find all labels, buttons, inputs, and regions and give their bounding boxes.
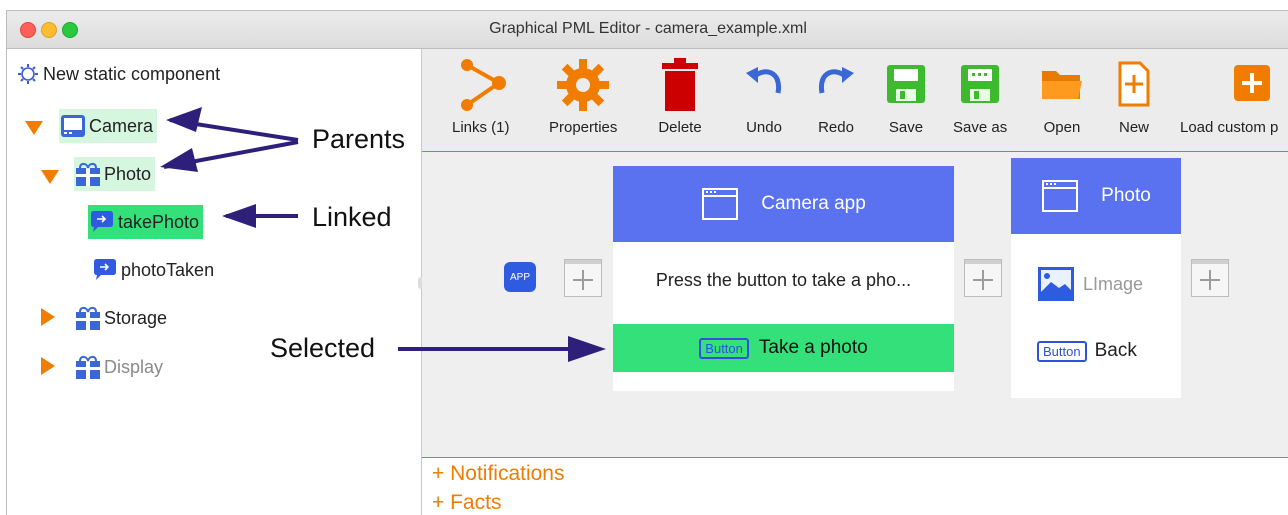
main-area: Links (1) Properties Delete Undo Redo Sa… (422, 49, 1288, 515)
annotation-parents: Parents (312, 124, 406, 154)
gear-icon (557, 59, 610, 111)
redo-label: Redo (818, 119, 854, 136)
screen-header: Camera app (613, 166, 954, 242)
add-screen-button[interactable] (564, 259, 602, 297)
button-chip: Button (1037, 340, 1087, 362)
delete-label: Delete (658, 119, 702, 136)
redo-icon (818, 67, 854, 94)
add-box-icon (1234, 65, 1270, 101)
expand-display-toggle[interactable] (41, 357, 55, 375)
tree-root[interactable]: New static component (17, 63, 220, 85)
tree-item-phototaken[interactable]: photoTaken (91, 253, 214, 287)
design-canvas[interactable]: APP Camera app Press the button to take … (422, 152, 1288, 458)
facts-section-toggle[interactable]: + Facts (432, 491, 501, 515)
gift-icon (76, 162, 100, 186)
button-chip: Button (699, 337, 749, 359)
load-custom-label: Load custom p (1180, 119, 1279, 136)
properties-button[interactable]: Properties (549, 57, 617, 136)
load-custom-button[interactable]: Load custom p (1180, 57, 1278, 136)
take-photo-element[interactable]: Button Take a photo (613, 324, 954, 372)
component-tree: New static component Camera Photo takePh… (7, 49, 425, 515)
notifications-section-toggle[interactable]: + Notifications (432, 462, 564, 486)
annotation-selected: Selected (270, 333, 376, 363)
expand-photo-toggle[interactable] (41, 170, 59, 184)
take-photo-label: Take a photo (758, 337, 868, 358)
trash-icon (662, 58, 698, 111)
undo-label: Undo (746, 119, 782, 136)
tree-item-label: takePhoto (118, 211, 200, 232)
window-icon (702, 188, 739, 220)
delete-button[interactable]: Delete (658, 57, 702, 136)
save-as-button[interactable]: Save as (953, 57, 1007, 136)
add-screen-button[interactable] (964, 259, 1002, 297)
screen-title: Camera app (761, 193, 866, 214)
expand-camera-toggle[interactable] (25, 121, 43, 135)
gift-icon (76, 306, 100, 330)
tree-item-storage[interactable]: Storage (74, 301, 167, 335)
image-element[interactable]: LImage (1037, 266, 1143, 302)
tree-item-camera[interactable]: Camera (59, 109, 158, 143)
save-button[interactable]: Save (886, 57, 926, 136)
share-icon (460, 59, 506, 111)
gear-outline-icon (18, 64, 38, 84)
image-label: LImage (1083, 273, 1144, 294)
tree-item-label: Display (104, 356, 164, 377)
undo-button[interactable]: Undo (742, 57, 786, 136)
bottom-panel: + Notifications + Facts (422, 458, 1288, 515)
tree-item-photo[interactable]: Photo (74, 157, 156, 191)
screen-icon (61, 115, 85, 137)
links-button[interactable]: Links (1) (452, 57, 510, 136)
new-label: New (1118, 119, 1149, 136)
open-label: Open (1043, 119, 1081, 136)
speech-bubble-icon (94, 259, 116, 280)
floppy-disk-icon (961, 65, 1000, 103)
tree-root-label: New static component (43, 63, 221, 84)
tree-item-label: Photo (104, 163, 152, 184)
redo-button[interactable]: Redo (814, 57, 858, 136)
app-badge[interactable]: APP (504, 262, 536, 292)
floppy-disk-icon (887, 65, 925, 103)
image-icon (1038, 267, 1074, 301)
speech-bubble-icon (91, 211, 113, 232)
title-bar: Graphical PML Editor - camera_example.xm… (7, 11, 1288, 49)
back-button-element[interactable]: Button Back (1037, 340, 1137, 362)
toolbar: Links (1) Properties Delete Undo Redo Sa… (422, 49, 1288, 152)
tree-item-label: Camera (89, 115, 154, 136)
camera-app-screen[interactable]: Camera app Press the button to take a ph… (613, 166, 954, 391)
screen-title: Photo (1101, 185, 1151, 206)
window-title: Graphical PML Editor - camera_example.xm… (489, 20, 807, 37)
back-label: Back (1094, 340, 1137, 361)
gift-icon (76, 355, 100, 379)
save-label: Save (888, 119, 924, 136)
annotation-linked: Linked (312, 202, 392, 232)
undo-icon (746, 67, 782, 94)
tree-item-label: Storage (104, 307, 168, 328)
add-screen-button[interactable] (1191, 259, 1229, 297)
window-icon (1042, 180, 1079, 212)
properties-label: Properties (549, 119, 618, 136)
app-window: Graphical PML Editor - camera_example.xm… (6, 10, 1288, 515)
open-button[interactable]: Open (1040, 57, 1084, 136)
new-file-icon (1118, 61, 1150, 107)
tree-item-display[interactable]: Display (74, 350, 163, 384)
save-as-label: Save as (953, 119, 1008, 136)
links-label: Links (1) (452, 119, 510, 136)
tree-item-takephoto[interactable]: takePhoto (88, 205, 204, 239)
photo-screen[interactable]: Photo LImage Button Back (1011, 158, 1181, 398)
folder-icon (1042, 71, 1082, 99)
instruction-text[interactable]: Press the button to take a pho... (613, 270, 954, 291)
new-button[interactable]: New (1114, 57, 1154, 136)
screen-header: Photo (1011, 158, 1181, 234)
expand-storage-toggle[interactable] (41, 308, 55, 326)
tree-item-label: photoTaken (121, 259, 215, 280)
